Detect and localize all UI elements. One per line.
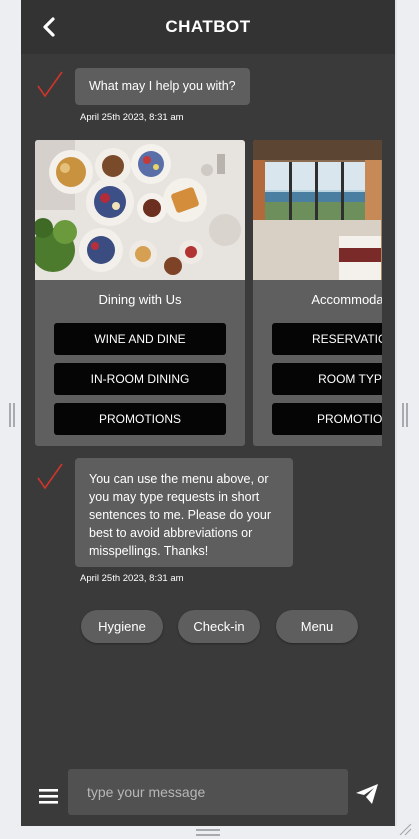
window-edge bbox=[395, 0, 397, 826]
bottom-resize-handle[interactable] bbox=[196, 829, 220, 836]
wine-and-dine-button[interactable]: WINE AND DINE bbox=[54, 323, 226, 355]
menu-card-accommodation: Accommodation RESERVATIONS ROOM TYPES PR… bbox=[253, 140, 382, 446]
card-title: Dining with Us bbox=[98, 292, 182, 307]
resize-grip-icon[interactable] bbox=[398, 822, 412, 836]
hamburger-icon[interactable] bbox=[39, 787, 59, 805]
chevron-left-icon[interactable] bbox=[38, 15, 60, 39]
left-resize-handle[interactable] bbox=[9, 403, 15, 427]
card-title: Accommodation bbox=[311, 292, 382, 307]
quick-reply-check-in[interactable]: Check-in bbox=[178, 610, 260, 643]
check-mark-icon bbox=[37, 463, 63, 490]
dining-promotions-button[interactable]: PROMOTIONS bbox=[54, 403, 226, 435]
right-resize-handle[interactable] bbox=[402, 403, 408, 427]
message-input[interactable] bbox=[68, 769, 348, 815]
message-timestamp: April 25th 2023, 8:31 am bbox=[80, 573, 184, 584]
in-room-dining-button[interactable]: IN-ROOM DINING bbox=[54, 363, 226, 395]
message-text: You can use the menu above, or you may t… bbox=[89, 472, 272, 558]
room-types-button[interactable]: ROOM TYPES bbox=[272, 363, 382, 395]
menu-card-dining: Dining with Us WINE AND DINE IN-ROOM DIN… bbox=[35, 140, 245, 446]
quick-reply-menu[interactable]: Menu bbox=[276, 610, 358, 643]
quick-reply-hygiene[interactable]: Hygiene bbox=[81, 610, 163, 643]
bot-message-bubble: What may I help you with? bbox=[75, 68, 250, 105]
chat-header: CHATBOT bbox=[21, 0, 395, 54]
dining-photo bbox=[35, 140, 245, 280]
menu-carousel[interactable]: Dining with Us WINE AND DINE IN-ROOM DIN… bbox=[35, 140, 382, 446]
chat-title: CHATBOT bbox=[165, 17, 251, 36]
quick-replies: Hygiene Check-in Menu bbox=[21, 610, 395, 644]
check-mark-icon bbox=[37, 71, 63, 98]
message-timestamp: April 25th 2023, 8:31 am bbox=[80, 112, 184, 123]
message-text: What may I help you with? bbox=[89, 79, 236, 93]
chat-window: CHATBOT What may I help you with? April … bbox=[21, 0, 395, 826]
accommodation-photo bbox=[253, 140, 382, 280]
bot-message-bubble: You can use the menu above, or you may t… bbox=[75, 458, 293, 567]
paper-plane-icon[interactable] bbox=[355, 783, 379, 805]
reservations-button[interactable]: RESERVATIONS bbox=[272, 323, 382, 355]
accommodation-promotions-button[interactable]: PROMOTIONS bbox=[272, 403, 382, 435]
